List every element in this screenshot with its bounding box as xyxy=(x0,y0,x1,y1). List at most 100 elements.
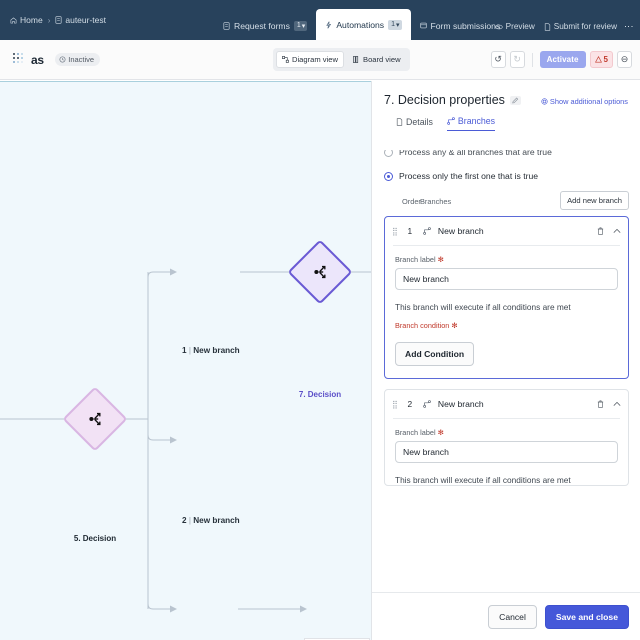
branch-label-input-1[interactable]: New branch xyxy=(395,268,618,290)
edge-label-2-text: New branch xyxy=(193,516,240,525)
required-mark: ✻ xyxy=(451,321,458,330)
branch-hint-1: This branch will execute if all conditio… xyxy=(395,302,571,312)
redo-button[interactable]: ↻ xyxy=(509,51,525,68)
canvas-edges xyxy=(0,268,371,613)
tab-count-automations[interactable]: 1 ▾ xyxy=(388,19,402,30)
breadcrumb-label-home: Home xyxy=(20,15,43,25)
automation-name: as xyxy=(31,52,44,67)
edge-label-1[interactable]: 1 | New branch xyxy=(182,346,240,355)
branch-condition-caption-text-1: Branch condition xyxy=(395,321,450,330)
cancel-button[interactable]: Cancel xyxy=(488,604,537,629)
drag-handle-icon[interactable]: ⣿ xyxy=(392,227,398,235)
collapse-panel-button[interactable]: ⊖ xyxy=(617,51,632,68)
submit-for-review-button[interactable]: Submit for review xyxy=(544,22,617,31)
logo-dots-icon xyxy=(13,53,26,66)
tab-count-request-forms[interactable]: 1 ▾ xyxy=(293,20,308,31)
panel-scroll-body[interactable]: Process any & all branches that are true… xyxy=(372,150,640,590)
trash-icon[interactable] xyxy=(597,400,604,408)
tab-count-value-request-forms: 1 xyxy=(296,22,301,29)
chevron-up-icon[interactable] xyxy=(613,401,621,407)
radio-option-any-all[interactable]: Process any & all branches that are true xyxy=(384,150,629,157)
branch-row-1[interactable]: ⣿ 1 New branch xyxy=(385,217,628,245)
board-view-button[interactable]: Board view xyxy=(347,51,407,68)
edge-label-1-text: New branch xyxy=(193,346,240,355)
branch-order-2: 2 xyxy=(407,399,413,409)
warnings-count: 5 xyxy=(603,55,608,64)
panel-footer: Cancel Save and close xyxy=(372,592,640,640)
radio-any-all-label: Process any & all branches that are true xyxy=(399,150,552,157)
tab-details[interactable]: Details xyxy=(396,116,433,131)
top-navigation-bar: Home › auteur-test Request forms 1 ▾ Aut… xyxy=(0,0,640,40)
tab-count-value-automations: 1 xyxy=(391,21,395,28)
tab-label-request-forms: Request forms xyxy=(234,20,290,31)
branch-name-2: New branch xyxy=(437,399,484,409)
radio-first-true-indicator xyxy=(384,171,393,181)
overflow-menu-icon[interactable]: ⋮ xyxy=(624,22,634,31)
drag-handle-icon[interactable]: ⣿ xyxy=(392,400,398,408)
tab-request-forms[interactable]: Request forms 1 ▾ xyxy=(214,11,316,40)
branch-label-field-2: Branch label ✻ New branch xyxy=(385,419,628,473)
status-badge-label: Inactive xyxy=(68,55,95,64)
preview-button[interactable]: Preview xyxy=(494,22,535,31)
collapse-icon: ⊖ xyxy=(620,54,629,64)
status-badge: Inactive xyxy=(54,53,101,66)
node-decision-5-label[interactable]: 5. Decision xyxy=(70,534,120,543)
undo-button[interactable]: ↺ xyxy=(490,51,506,68)
column-header-order: Order xyxy=(402,197,421,206)
edge-label-1-sep: | xyxy=(188,346,191,355)
add-condition-button-1[interactable]: Add Condition xyxy=(395,342,475,366)
branch-condition-field-1: Branch condition ✻ xyxy=(385,312,628,330)
trash-icon[interactable] xyxy=(597,227,604,235)
branches-table-header: Order Branches Add new branch xyxy=(384,191,629,210)
redo-icon: ↻ xyxy=(513,54,521,64)
required-mark: ✻ xyxy=(437,428,444,437)
doc-icon xyxy=(544,22,551,31)
warnings-badge[interactable]: 5 xyxy=(589,51,613,68)
branch-label-caption-2: Branch label ✻ xyxy=(395,428,618,437)
file-icon xyxy=(55,16,62,24)
node-decision-7-label[interactable]: 7. Decision xyxy=(296,390,344,399)
app-root: Home › auteur-test Request forms 1 ▾ Aut… xyxy=(0,0,640,640)
edge-label-1-order: 1 xyxy=(182,346,187,355)
eye-icon xyxy=(494,24,503,30)
tab-label-automations: Automations xyxy=(336,19,385,30)
branch-icon xyxy=(423,400,431,408)
radio-first-true-label: Process only the first one that is true xyxy=(399,171,538,181)
diagram-view-button[interactable]: Diagram view xyxy=(276,51,344,68)
page-title: 7. Decision properties xyxy=(384,93,505,107)
branch-card-1[interactable]: ⣿ 1 New branch Branch label ✻ New branch… xyxy=(384,216,629,379)
view-toggle-group: Diagram view Board view xyxy=(273,48,410,71)
warning-icon xyxy=(594,56,602,63)
panel-header: 7. Decision properties Show additional o… xyxy=(372,81,640,131)
branch-label-caption-text-1: Branch label xyxy=(395,255,436,264)
breadcrumb-item-project[interactable]: auteur-test xyxy=(55,15,106,25)
undo-icon: ↺ xyxy=(494,54,502,64)
activate-button[interactable]: Activate xyxy=(539,51,586,68)
details-icon xyxy=(396,117,403,126)
branch-label-input-2[interactable]: New branch xyxy=(395,441,618,463)
tab-details-label: Details xyxy=(406,116,433,127)
branch-row-2[interactable]: ⣿ 2 New branch xyxy=(385,390,628,418)
edge-label-2[interactable]: 2 | New branch xyxy=(182,516,240,525)
radio-option-first-true[interactable]: Process only the first one that is true xyxy=(384,171,629,181)
tab-automations[interactable]: Automations 1 ▾ xyxy=(316,9,411,40)
tab-branches-label: Branches xyxy=(457,116,496,126)
clock-icon xyxy=(59,56,66,63)
column-header-branches: Branches xyxy=(420,197,452,206)
show-additional-options-label: Show additional options xyxy=(549,97,628,106)
automation-canvas[interactable]: 7. Decision 5. Decision 1 | New branch 2… xyxy=(0,81,371,640)
submit-for-review-label: Submit for review xyxy=(553,22,617,31)
toolbar-actions: ↺ ↻ Activate 5 ⊖ xyxy=(490,51,632,68)
panel-tab-bar: Details Branches xyxy=(384,107,628,131)
breadcrumb-label-project: auteur-test xyxy=(65,15,106,25)
tab-branches[interactable]: Branches xyxy=(446,116,496,131)
show-additional-options-link[interactable]: Show additional options xyxy=(541,97,628,106)
pencil-icon[interactable] xyxy=(509,95,521,105)
tab-label-form-submissions: Form submissions xyxy=(430,20,501,31)
add-new-branch-button[interactable]: Add new branch xyxy=(560,191,629,210)
chevron-up-icon[interactable] xyxy=(613,228,621,234)
branch-card-2[interactable]: ⣿ 2 New branch Branch label ✻ New branch… xyxy=(384,389,629,486)
save-and-close-button[interactable]: Save and close xyxy=(544,604,629,629)
breadcrumb-item-home[interactable]: Home xyxy=(10,15,43,25)
top-actions: Preview Submit for review ⋮ xyxy=(494,22,634,31)
